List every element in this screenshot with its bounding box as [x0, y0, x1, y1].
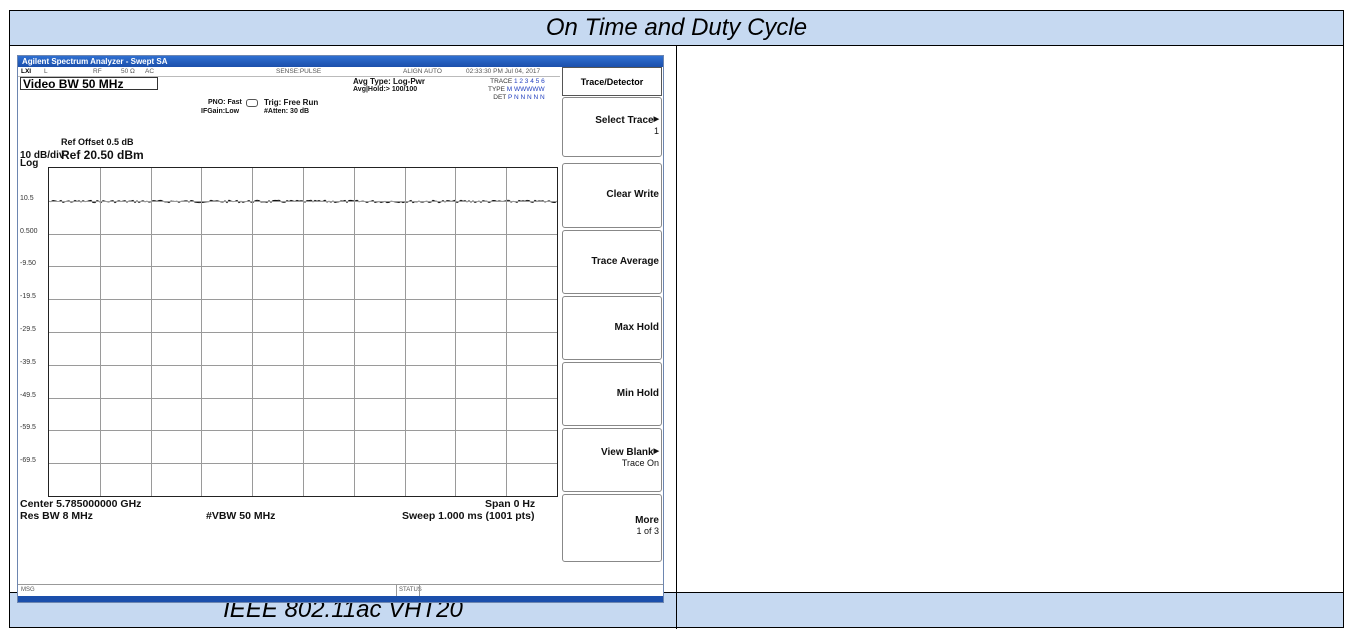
gridline-vertical — [455, 168, 457, 496]
res-bw: Res BW 8 MHz — [20, 510, 93, 522]
softkey-panel: Trace/Detector Select Trace▶ 1 Clear Wri… — [562, 67, 663, 584]
trigger-setting: Trig: Free Run — [264, 98, 319, 107]
submenu-arrow-icon: ▶ — [653, 116, 659, 123]
more-label: More — [635, 515, 659, 526]
trace-average-button[interactable]: Trace Average — [562, 230, 662, 294]
lxi-icon: LXI — [21, 68, 32, 75]
max-hold-label: Max Hold — [614, 322, 659, 333]
trace-plot — [48, 167, 558, 497]
min-hold-label: Min Hold — [616, 388, 659, 399]
ref-offset: Ref Offset 0.5 dB — [61, 137, 134, 147]
ifgain-setting: IFGain:Low — [201, 108, 240, 115]
type-vals: M WWWWW — [506, 86, 545, 93]
pno-toggle-icon — [246, 99, 258, 107]
trace-average-label: Trace Average — [591, 256, 659, 267]
y-tick-label: 0.500 — [20, 227, 38, 235]
status-sense: SENSE:PULSE — [276, 68, 322, 75]
gridline-horizontal — [49, 397, 557, 399]
spectrum-analyzer-screenshot: Agilent Spectrum Analyzer - Swept SA LXI… — [17, 55, 664, 603]
footer-right-cell — [677, 592, 1343, 627]
type-row-label: TYPE — [488, 86, 505, 93]
window-title: Agilent Spectrum Analyzer - Swept SA — [18, 56, 663, 67]
view-blank-button[interactable]: View Blank▶ Trace On — [562, 428, 662, 492]
y-tick-label: -59.5 — [20, 424, 36, 432]
pno-setting: PNO: Fast — [208, 99, 242, 106]
msg-label: MSG — [21, 587, 35, 593]
det-row-label: DET — [493, 94, 507, 101]
ref-level: Ref 20.50 dBm — [61, 148, 144, 162]
gridline-horizontal — [49, 463, 557, 465]
gridline-horizontal — [49, 364, 557, 366]
min-hold-button[interactable]: Min Hold — [562, 362, 662, 426]
softkey-menu-title: Trace/Detector — [562, 67, 662, 96]
status-l: L — [44, 68, 48, 75]
gridline-vertical — [506, 168, 508, 496]
trace-nums: 1 2 3 4 5 6 — [513, 78, 545, 85]
avg-type: Avg Type: Log-Pwr — [353, 77, 425, 86]
gridline-horizontal — [49, 430, 557, 432]
log-scale-label: Log — [20, 158, 39, 169]
select-trace-value: 1 — [653, 126, 659, 136]
trace-table: TRACE 1 2 3 4 5 6 TYPE M WWWWW DET P N N… — [488, 78, 545, 102]
y-tick-label: -29.5 — [20, 326, 36, 333]
atten-setting: #Atten: 30 dB — [264, 108, 310, 115]
select-trace-label: Select Trace — [595, 115, 654, 126]
y-tick-label: 10.5 — [20, 194, 34, 202]
y-tick-label: -69.5 — [20, 457, 36, 465]
status-coupling: AC — [145, 68, 155, 75]
view-blank-label: View Blank — [600, 447, 654, 458]
active-function-label: Video BW 50 MHz — [20, 77, 158, 91]
clear-write-button[interactable]: Clear Write — [562, 163, 662, 228]
status-row: LXI L RF 50 Ω AC SENSE:PULSE ALIGN AUTO … — [18, 67, 560, 77]
sweep-time: Sweep 1.000 ms (1001 pts) — [402, 510, 535, 522]
clear-write-label: Clear Write — [606, 189, 659, 200]
select-trace-button[interactable]: Select Trace▶ 1 — [562, 97, 662, 157]
center-frequency: Center 5.785000000 GHz — [20, 498, 142, 510]
status-timestamp: 02:33:30 PM Jul 04, 2017 — [466, 68, 541, 75]
avg-hold: Avg|Hold:> 100/100 — [353, 86, 418, 93]
max-hold-button[interactable]: Max Hold — [562, 296, 662, 360]
more-page-indicator: 1 of 3 — [636, 526, 659, 536]
more-button[interactable]: More 1 of 3 — [562, 494, 662, 562]
y-tick-label: -39.5 — [20, 358, 36, 366]
status-align: ALIGN AUTO — [403, 68, 442, 75]
gridline-vertical — [404, 168, 406, 496]
table-title: On Time and Duty Cycle — [10, 11, 1343, 46]
y-tick-label: -9.50 — [20, 260, 36, 268]
gridline-horizontal — [49, 332, 557, 333]
det-vals: P N N N N N — [507, 94, 545, 101]
status-rf: RF — [93, 68, 102, 75]
submenu-arrow-icon: ▶ — [653, 448, 659, 455]
y-tick-label: -19.5 — [20, 293, 36, 301]
view-blank-value: Trace On — [621, 458, 659, 468]
span: Span 0 Hz — [485, 498, 536, 510]
gridline-vertical — [353, 168, 355, 496]
window-bottom-border — [18, 596, 663, 602]
column-divider — [676, 46, 677, 629]
trace-row-label: TRACE — [490, 78, 513, 85]
y-tick-label: -49.5 — [20, 391, 36, 399]
vbw: #VBW 50 MHz — [206, 510, 276, 522]
status-impedance: 50 Ω — [121, 68, 135, 75]
report-table: On Time and Duty Cycle IEEE 802.11ac VHT… — [9, 10, 1344, 629]
